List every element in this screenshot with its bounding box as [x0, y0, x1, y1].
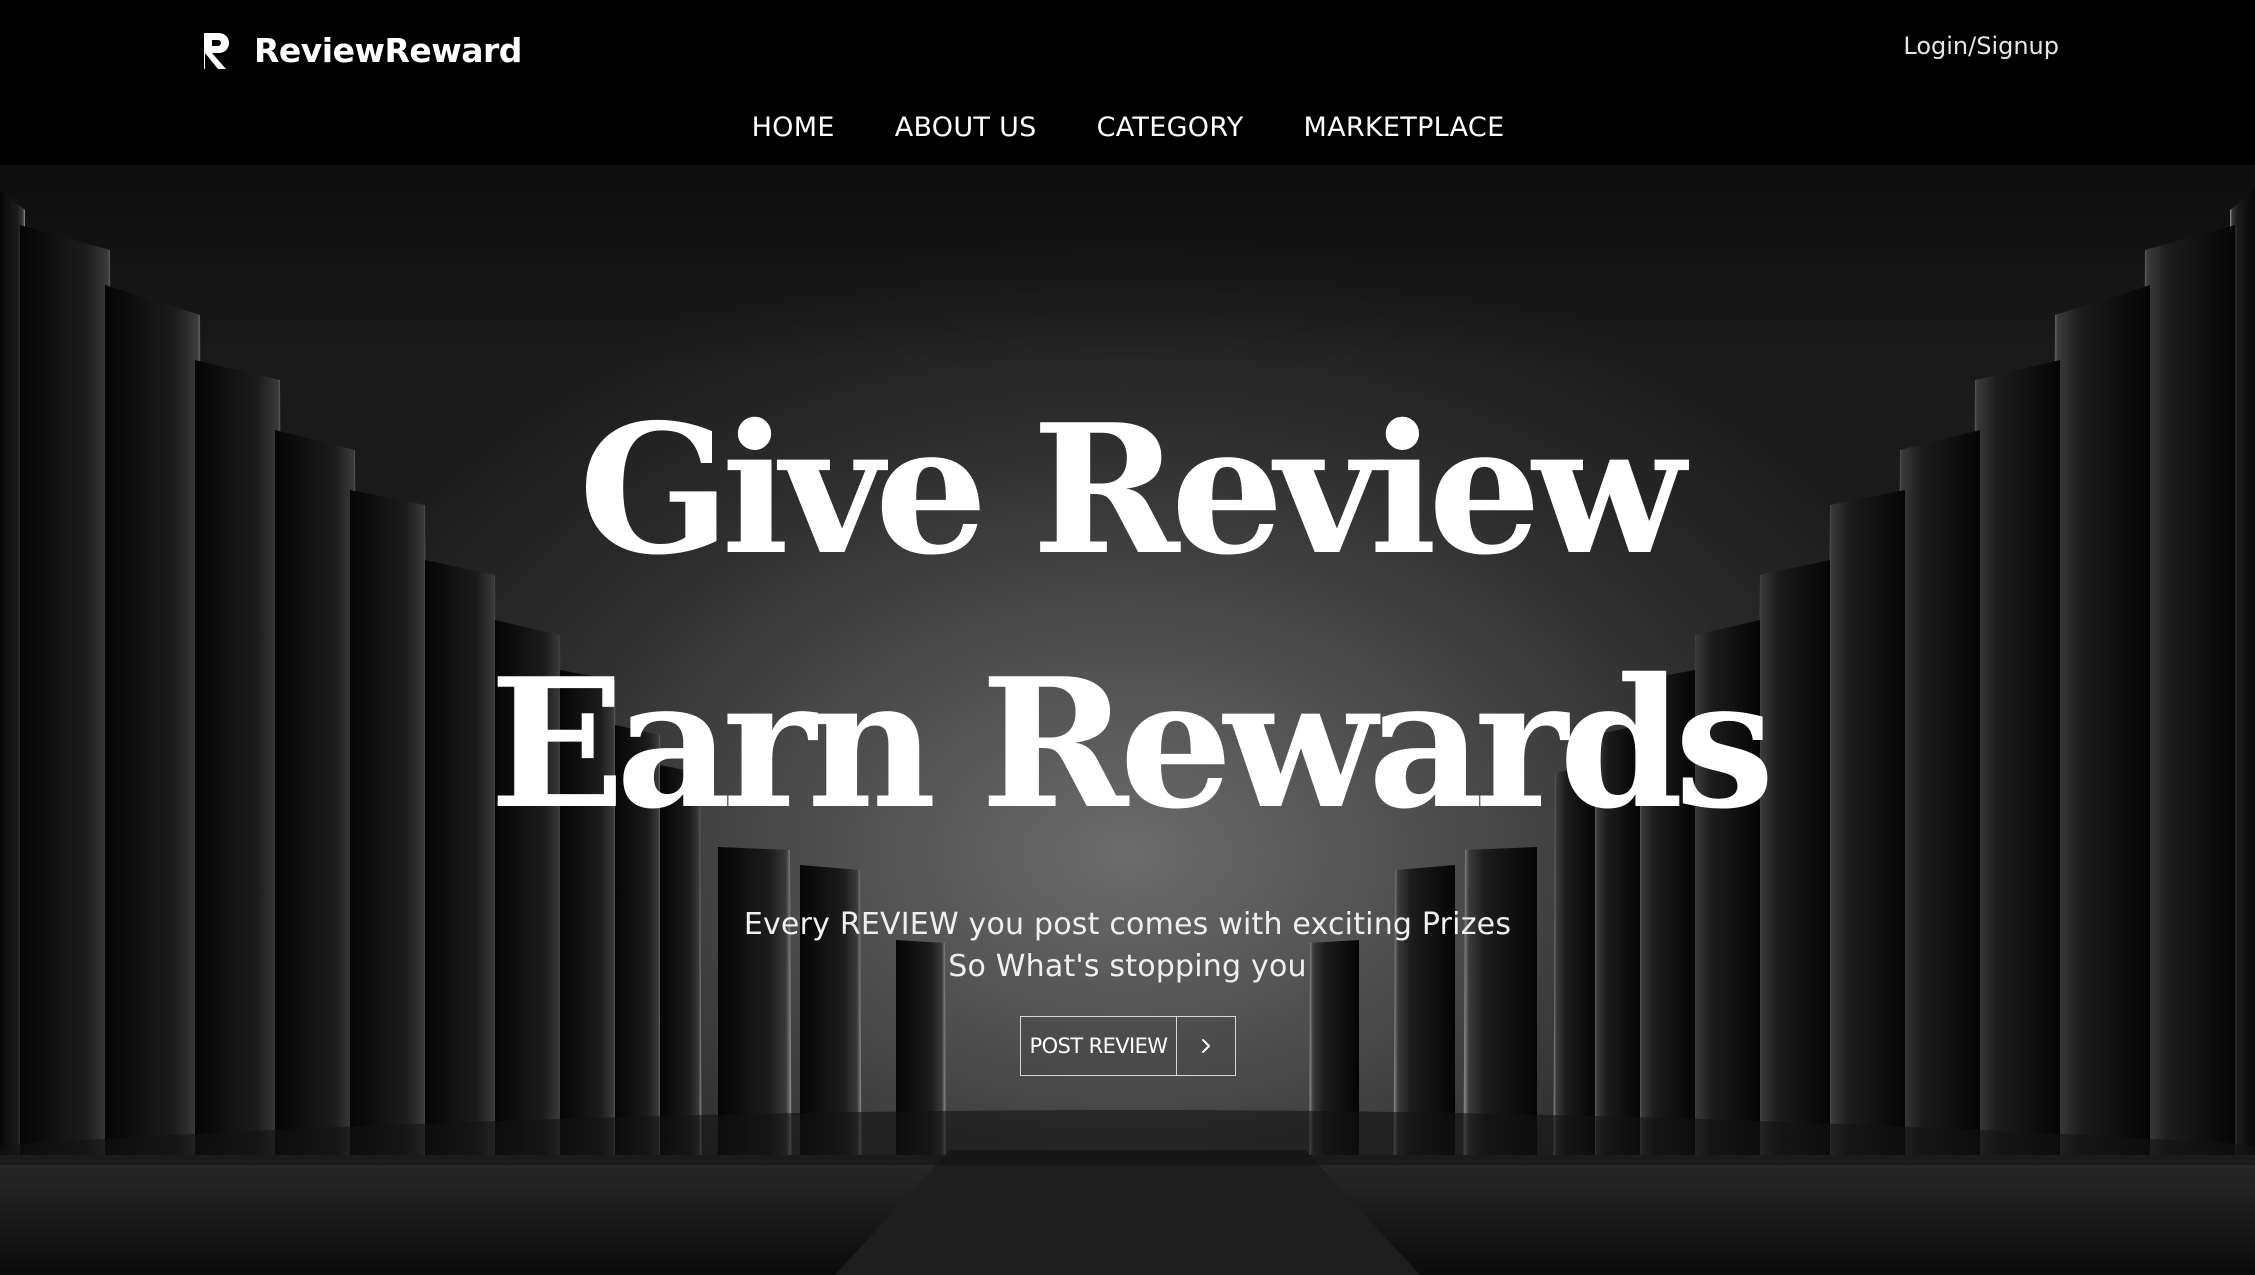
post-review-button[interactable]: POST REVIEW — [1020, 1016, 1236, 1076]
brand-name: ReviewReward — [254, 30, 522, 70]
nav-marketplace[interactable]: MARKETPLACE — [1304, 112, 1505, 143]
hero-subtext-line-1: Every REVIEW you post comes with excitin… — [743, 907, 1512, 942]
main-nav: HOME ABOUT US CATEGORY MARKETPLACE — [0, 112, 2255, 143]
nav-home[interactable]: HOME — [752, 112, 835, 143]
hero-content: Give Review Earn Rewards Every REVIEW yo… — [0, 165, 2255, 1275]
hero-section: Give Review Earn Rewards Every REVIEW yo… — [0, 165, 2255, 1275]
nav-category[interactable]: CATEGORY — [1097, 112, 1244, 143]
login-signup-link[interactable]: Login/Signup — [1903, 32, 2059, 60]
headline-line-2: Earn Rewards — [489, 639, 1774, 848]
chevron-right-icon — [1177, 1017, 1235, 1075]
brand-logo[interactable]: ReviewReward — [200, 28, 522, 72]
logo-r-icon — [204, 33, 229, 69]
post-review-label: POST REVIEW — [1021, 1017, 1177, 1075]
headline-line-1: Give Review — [578, 385, 1686, 594]
nav-about-us[interactable]: ABOUT US — [895, 112, 1037, 143]
hero-subtext-line-2: So What's stopping you — [948, 949, 1307, 984]
site-header: ReviewReward Login/Signup HOME ABOUT US … — [0, 0, 2255, 165]
